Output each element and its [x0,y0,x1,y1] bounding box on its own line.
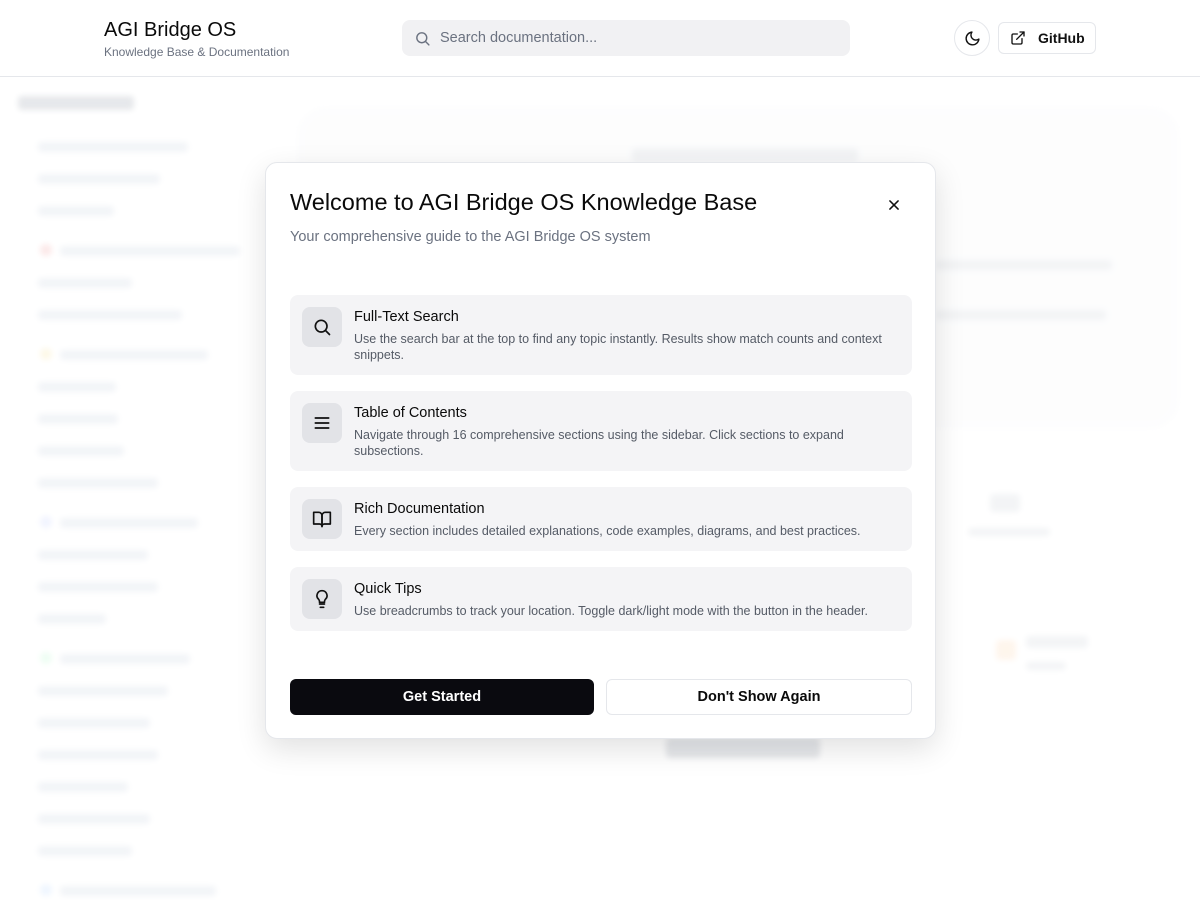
close-icon [889,200,899,210]
feature-icon-box [302,499,342,539]
dont-show-again-button[interactable]: Don't Show Again [606,679,912,715]
search-icon [314,319,331,336]
list-icon [314,417,330,429]
feature-title: Rich Documentation [354,501,485,517]
search-input[interactable] [440,30,820,46]
welcome-dialog: Welcome to AGI Bridge OS Knowledge Base … [265,162,936,739]
feature-icon-box [302,579,342,619]
dialog-title: Welcome to AGI Bridge OS Knowledge Base [290,189,758,215]
get-started-button[interactable]: Get Started [290,679,594,715]
moon-icon [965,30,980,45]
search-bar[interactable] [402,20,850,56]
github-button[interactable]: GitHub [998,22,1096,54]
brand[interactable]: AGI Bridge OS Knowledge Base & Documenta… [104,19,289,59]
feature-title: Full-Text Search [354,309,459,325]
feature-card-toc: Table of Contents Navigate through 16 co… [290,391,912,471]
feature-description: Use breadcrumbs to track your location. … [354,604,868,618]
dialog-subtitle: Your comprehensive guide to the AGI Brid… [290,229,651,245]
feature-card-search: Full-Text Search Use the search bar at t… [290,295,912,375]
feature-icon-box [302,403,342,443]
feature-title: Quick Tips [354,581,422,597]
external-link-icon [1011,31,1025,45]
feature-title: Table of Contents [354,405,467,421]
feature-card-docs: Rich Documentation Every section include… [290,487,912,551]
close-button[interactable] [883,194,905,216]
book-open-icon [312,511,332,528]
feature-card-tips: Quick Tips Use breadcrumbs to track your… [290,567,912,631]
lightbulb-icon [316,589,328,609]
feature-icon-box [302,307,342,347]
top-header: AGI Bridge OS Knowledge Base & Documenta… [0,0,1200,77]
feature-description: Every section includes detailed explanat… [354,524,861,538]
theme-toggle-button[interactable] [954,20,990,56]
feature-description: Navigate through 16 comprehensive sectio… [354,428,844,458]
app-title: AGI Bridge OS [104,19,237,41]
feature-description: Use the search bar at the top to find an… [354,332,882,362]
app-subtitle: Knowledge Base & Documentation [104,45,290,59]
search-icon [416,31,430,46]
github-label: GitHub [1038,30,1085,46]
